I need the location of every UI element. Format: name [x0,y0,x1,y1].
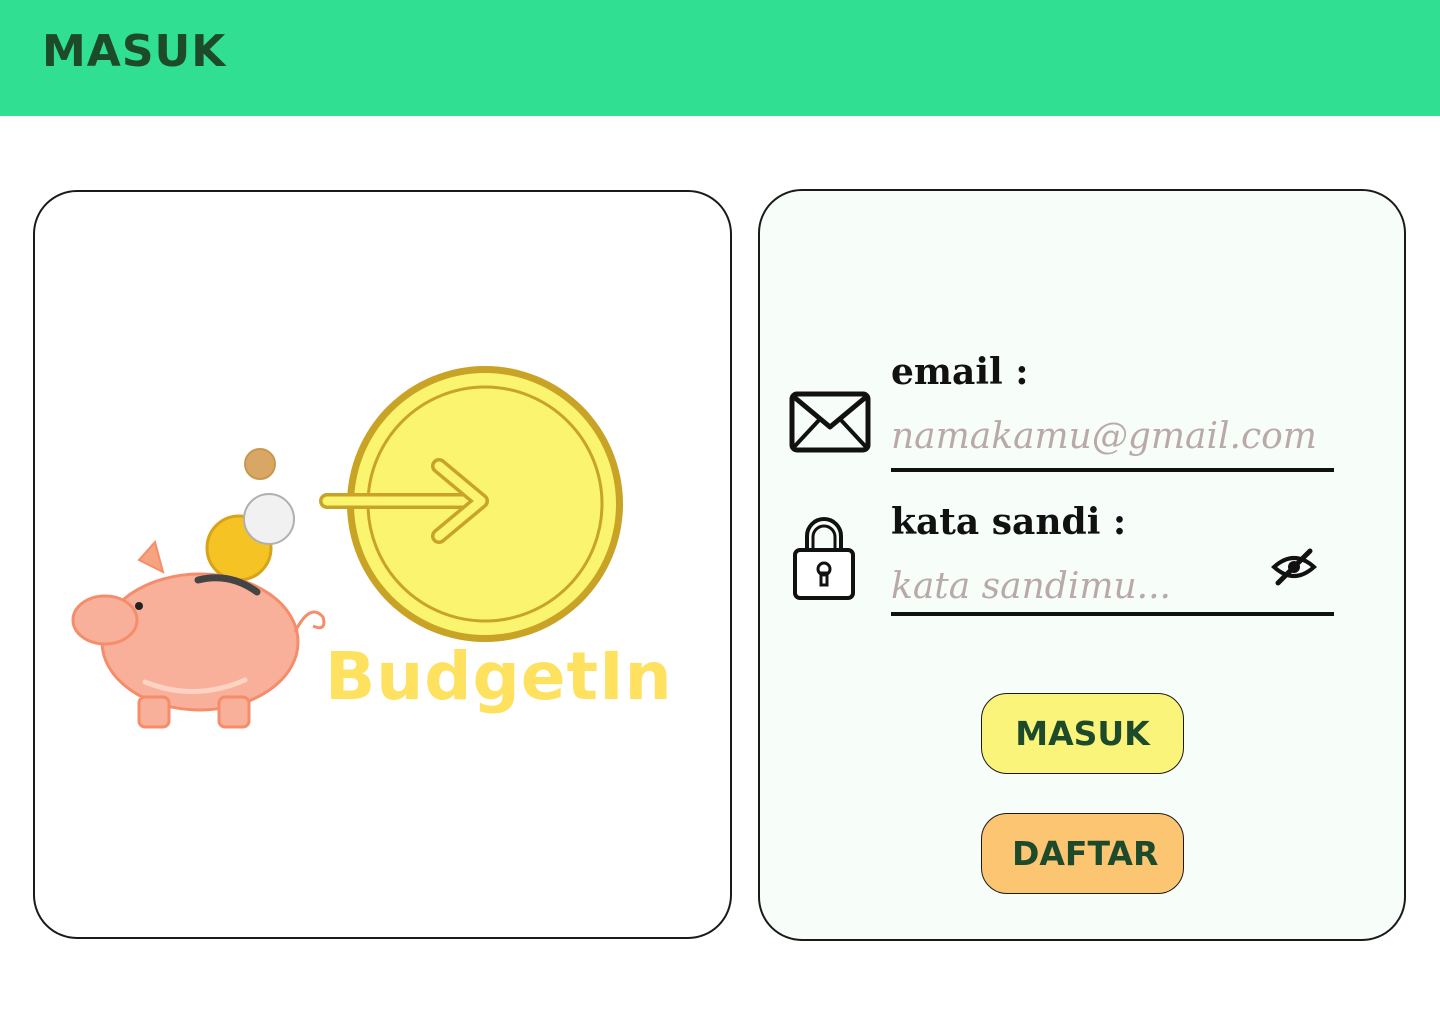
budgetin-logo [71,366,623,729]
mail-icon [789,391,871,457]
password-underline [891,612,1334,616]
brand-name: BudgetIn [325,638,673,715]
page-title: MASUK [42,26,227,77]
email-underline [891,468,1334,472]
password-input[interactable] [891,561,1251,611]
top-bar: MASUK [0,0,1440,116]
login-card: email : kata sandi : MASUK DAFTAR [758,189,1406,941]
login-button[interactable]: MASUK [981,693,1184,774]
logo-card: BudgetIn [33,190,732,939]
register-button[interactable]: DAFTAR [981,813,1184,894]
eye-off-icon[interactable] [1270,547,1318,591]
password-label: kata sandi : [891,501,1127,543]
email-input[interactable] [891,411,1334,461]
email-label: email : [891,351,1029,393]
lock-icon [793,516,855,604]
